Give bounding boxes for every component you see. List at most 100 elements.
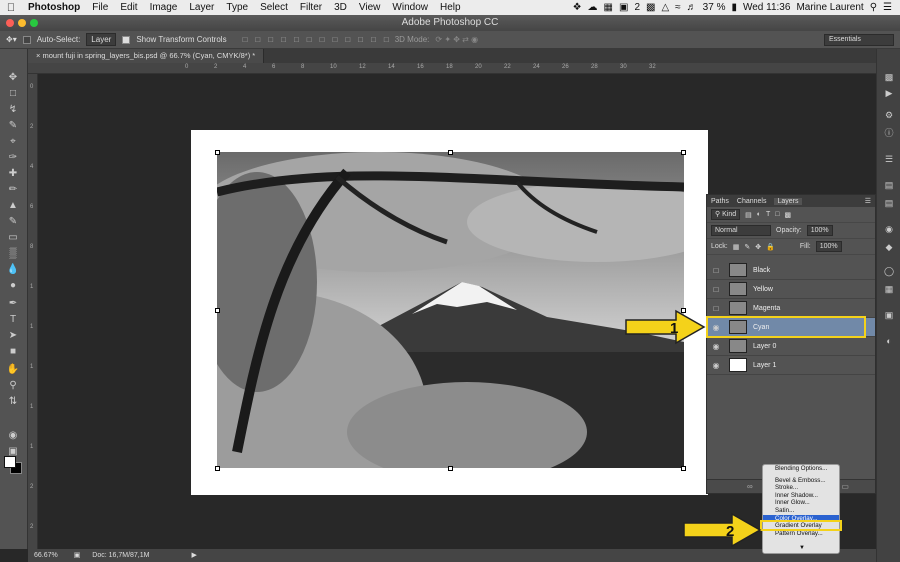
transform-handle[interactable]: [681, 150, 686, 155]
menu-3d[interactable]: 3D: [328, 2, 353, 13]
menu-list-icon[interactable]: ☰: [883, 2, 892, 13]
menu-view[interactable]: View: [353, 2, 387, 13]
transform-handle[interactable]: [681, 466, 686, 471]
photo-mount-fuji[interactable]: [217, 152, 684, 468]
display-icon[interactable]: ▩: [646, 2, 655, 13]
transform-handle[interactable]: [215, 308, 220, 313]
history-icon[interactable]: ▩: [882, 71, 896, 83]
paragraph-icon[interactable]: ▤: [882, 197, 896, 209]
healing-icon[interactable]: ✚: [4, 167, 22, 181]
panel-menu-icon[interactable]: ☰: [865, 197, 875, 205]
clock[interactable]: Wed 11:36: [743, 2, 790, 13]
menu-image[interactable]: Image: [144, 2, 184, 13]
rectangle-icon[interactable]: ■: [4, 345, 22, 359]
blend-mode-dropdown[interactable]: Normal: [711, 225, 771, 236]
dodge-icon[interactable]: ●: [4, 279, 22, 293]
character-icon[interactable]: ▤: [882, 179, 896, 191]
styles-icon[interactable]: ◐: [882, 335, 896, 347]
visibility-toggle[interactable]: □: [707, 304, 725, 313]
menu-item-inner-glow[interactable]: Inner Glow...: [763, 499, 839, 507]
transform-handle[interactable]: [215, 150, 220, 155]
ruler-top[interactable]: 0 2 4 6 8 10 12 14 16 18 20 22 24 26 28 …: [28, 63, 876, 74]
menu-file[interactable]: File: [86, 2, 114, 13]
zoom-tool-icon[interactable]: ⚲: [4, 379, 22, 393]
distribute-bottom-icon[interactable]: □: [345, 35, 350, 44]
eyedropper-icon[interactable]: ✑: [4, 151, 22, 165]
lock-pixels-icon[interactable]: ▦: [733, 243, 740, 251]
menu-item-bevel[interactable]: Bevel & Emboss...: [763, 477, 839, 485]
menu-layer[interactable]: Layer: [183, 2, 220, 13]
align-middle-icon[interactable]: □: [255, 35, 260, 44]
menu-item-stroke[interactable]: Stroke...: [763, 484, 839, 492]
lock-move-icon[interactable]: ✥: [755, 243, 761, 251]
scroll-down-icon[interactable]: ▼: [763, 545, 839, 553]
layer-row-layer-0[interactable]: ◉ Layer 0: [707, 337, 875, 356]
auto-select-checkbox[interactable]: [22, 35, 31, 44]
quick-mask-icon[interactable]: ◉: [4, 429, 22, 443]
filter-type-icon[interactable]: T: [766, 211, 770, 218]
transform-handle[interactable]: [448, 466, 453, 471]
filter-shape-icon[interactable]: □: [775, 211, 779, 218]
eye-icon[interactable]: ◉: [707, 342, 725, 351]
search-icon[interactable]: ⚲: [870, 2, 877, 13]
eraser-icon[interactable]: ▭: [4, 231, 22, 245]
actions-icon[interactable]: ▶: [882, 87, 896, 99]
distribute-right-icon[interactable]: □: [384, 35, 389, 44]
path-select-icon[interactable]: ➤: [4, 329, 22, 343]
user-name[interactable]: Marine Laurent: [796, 2, 863, 13]
ruler-left[interactable]: 0 2 4 6 8 1 1 1 1 1 2 2: [28, 74, 38, 549]
status-menu-icon[interactable]: ▶: [191, 552, 196, 559]
distribute-left-icon[interactable]: □: [358, 35, 363, 44]
grid-icon[interactable]: ▦: [604, 2, 613, 13]
menu-help[interactable]: Help: [434, 2, 467, 13]
link-icon[interactable]: ∞: [747, 482, 753, 491]
align-bottom-icon[interactable]: □: [268, 35, 273, 44]
lock-all-icon[interactable]: 🔒: [766, 243, 775, 251]
align-center-icon[interactable]: □: [294, 35, 299, 44]
kind-filter-dropdown[interactable]: ⚲ Kind: [711, 209, 741, 220]
battery-icon[interactable]: ▮: [731, 2, 737, 13]
distribute-icon[interactable]: □: [320, 35, 325, 44]
menu-window[interactable]: Window: [386, 2, 434, 13]
transform-controls-checkbox[interactable]: [122, 35, 131, 44]
channels-icon[interactable]: ◯: [882, 265, 896, 277]
menu-type[interactable]: Type: [220, 2, 254, 13]
opacity-input[interactable]: 100%: [806, 225, 833, 236]
blur-icon[interactable]: 💧: [4, 263, 22, 277]
lock-paint-icon[interactable]: ✎: [744, 243, 750, 251]
menu-item-inner-shadow[interactable]: Inner Shadow...: [763, 492, 839, 500]
lasso-icon[interactable]: ↯: [4, 103, 22, 117]
layer-row-yellow[interactable]: □ Yellow: [707, 280, 875, 299]
status-icon[interactable]: ▣: [619, 2, 628, 13]
close-tab-icon[interactable]: ×: [36, 51, 40, 60]
wifi-icon[interactable]: ≈: [675, 2, 681, 13]
fill-input[interactable]: 100%: [815, 241, 842, 252]
history-brush-icon[interactable]: ✎: [4, 215, 22, 229]
distribute-middle-icon[interactable]: □: [332, 35, 337, 44]
crop-icon[interactable]: ⌖: [4, 135, 22, 149]
menu-filter[interactable]: Filter: [294, 2, 328, 13]
cloud-icon[interactable]: ☁: [588, 2, 598, 13]
share-icon[interactable]: ▣: [74, 552, 81, 559]
filter-smart-icon[interactable]: ▩: [784, 211, 791, 219]
distribute-hcenter-icon[interactable]: □: [371, 35, 376, 44]
properties-icon[interactable]: ⚙: [882, 109, 896, 121]
zoom-level[interactable]: 66.67%: [34, 552, 58, 559]
hand-icon[interactable]: ✋: [4, 363, 22, 377]
menu-item-blending[interactable]: Blending Options...: [763, 465, 839, 473]
eye-icon[interactable]: ◉: [707, 361, 725, 370]
transform-handle[interactable]: [448, 150, 453, 155]
gradient-icon[interactable]: ▒: [4, 247, 22, 261]
brush-icon[interactable]: ✏: [4, 183, 22, 197]
swap-colors-icon[interactable]: ⇅: [4, 395, 22, 409]
minimize-icon[interactable]: [18, 19, 26, 27]
move-icon[interactable]: ✥: [4, 71, 22, 85]
color-icon[interactable]: ◉: [882, 223, 896, 235]
airplay-icon[interactable]: △: [661, 2, 669, 13]
visibility-toggle[interactable]: □: [707, 285, 725, 294]
layer-row-layer-1[interactable]: ◉ Layer 1: [707, 356, 875, 375]
stamp-icon[interactable]: ▲: [4, 199, 22, 213]
marquee-icon[interactable]: □: [4, 87, 22, 101]
adjustments-icon[interactable]: ▣: [882, 309, 896, 321]
layers-icon[interactable]: ◆: [882, 241, 896, 253]
